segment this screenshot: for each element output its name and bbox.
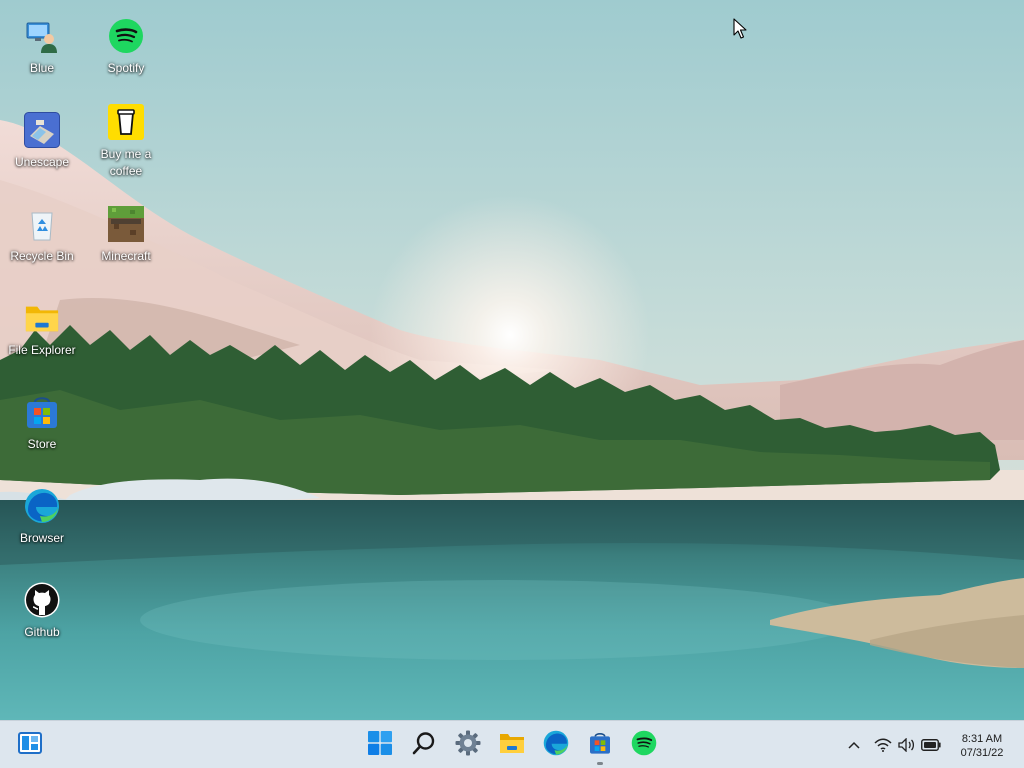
taskbar-file-explorer-button[interactable] — [490, 721, 534, 768]
mouse-pointer-icon — [733, 18, 747, 45]
desktop-icon-browser[interactable]: Browser — [0, 470, 84, 556]
store-icon — [588, 730, 612, 761]
taskbar-spotify-button[interactable] — [622, 721, 666, 768]
gear-icon — [455, 730, 481, 761]
desktop-icon-label: Unescape — [14, 155, 70, 169]
user-computer-icon — [24, 18, 60, 54]
search-icon — [412, 731, 436, 760]
desktop-icon-label: Github — [24, 625, 60, 639]
desktop-icon-blue[interactable]: Blue — [0, 0, 84, 86]
unescape-game-icon — [24, 112, 60, 148]
windows-start-icon — [368, 730, 392, 760]
start-button[interactable] — [358, 721, 402, 768]
folder-icon — [24, 300, 60, 336]
desktop-icon-label: Store — [27, 437, 57, 451]
desktop-icon-label: Spotify — [107, 61, 145, 75]
taskbar-store-button[interactable] — [578, 721, 622, 768]
widgets-icon — [18, 731, 42, 759]
taskbar-browser-button[interactable] — [534, 721, 578, 768]
spotify-icon — [631, 730, 657, 761]
chevron-up-icon[interactable] — [844, 735, 864, 755]
desktop-icon-file-explorer[interactable]: File Explorer — [0, 282, 84, 368]
widgets-button[interactable] — [8, 721, 52, 768]
running-indicator — [597, 762, 603, 765]
github-icon — [24, 582, 60, 618]
desktop-icon-unescape[interactable]: Unescape — [0, 94, 84, 180]
store-icon — [24, 394, 60, 430]
taskbar: 8:31 AM 07/31/22 — [0, 720, 1024, 768]
battery-icon[interactable] — [921, 735, 941, 755]
desktop-icon-label: Recycle Bin — [10, 249, 74, 263]
coffee-cup-icon — [108, 104, 144, 140]
minecraft-icon — [108, 206, 144, 242]
edge-browser-icon — [543, 730, 569, 761]
recycle-bin-icon — [24, 206, 60, 242]
wifi-icon[interactable] — [873, 735, 893, 755]
edge-browser-icon — [24, 488, 60, 524]
spotify-icon — [108, 18, 144, 54]
desktop-icon-label: Minecraft — [101, 249, 151, 263]
desktop-icon-label: Blue — [29, 61, 55, 75]
desktop-icon-label: File Explorer — [8, 343, 76, 357]
desktop-icon-github[interactable]: Github — [0, 564, 84, 650]
search-button[interactable] — [402, 721, 446, 768]
volume-icon[interactable] — [897, 735, 917, 755]
desktop-icon-store[interactable]: Store — [0, 376, 84, 462]
desktop-icon-recycle-bin[interactable]: Recycle Bin — [0, 188, 84, 274]
settings-button[interactable] — [446, 721, 490, 768]
taskbar-clock[interactable]: 8:31 AM 07/31/22 — [950, 732, 1014, 760]
desktop-icon-label: Buy me a coffee — [100, 147, 152, 178]
desktop-icon-buy-me-a-coffee[interactable]: Buy me a coffee — [84, 86, 168, 178]
clock-time: 8:31 AM — [961, 733, 1003, 745]
desktop-icon-label: Browser — [19, 531, 64, 545]
clock-date: 07/31/22 — [960, 747, 1004, 759]
desktop-icon-spotify[interactable]: Spotify — [84, 0, 168, 86]
desktop-icon-minecraft[interactable]: Minecraft — [84, 188, 168, 274]
folder-icon — [499, 732, 525, 759]
